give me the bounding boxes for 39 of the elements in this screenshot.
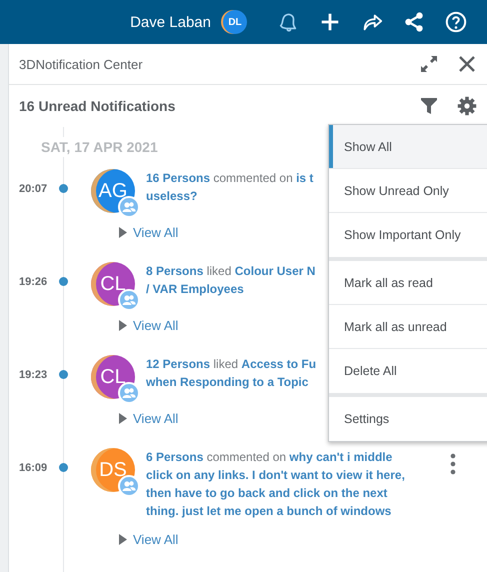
group-icon [118, 196, 140, 218]
menu-item[interactable]: Delete All [329, 349, 487, 393]
share-icon[interactable] [403, 11, 425, 33]
view-all-link[interactable]: View All [119, 532, 477, 547]
unread-dot [58, 370, 68, 379]
date-heading: SAT, 17 APR 2021 [41, 137, 158, 157]
time-label: 19:23 [19, 369, 48, 381]
close-icon[interactable] [457, 54, 477, 74]
expand-triangle-icon [119, 413, 127, 424]
menu-item[interactable]: Show All [329, 125, 487, 169]
settings-icon[interactable] [457, 96, 477, 116]
menu-item[interactable]: Show Important Only [329, 213, 487, 257]
expand-triangle-icon [119, 227, 127, 238]
add-icon[interactable] [319, 11, 341, 33]
user-avatar[interactable]: DL [223, 10, 247, 34]
unread-dot [58, 463, 68, 472]
unread-dot [58, 277, 68, 286]
group-icon [118, 475, 140, 497]
time-label: 16:09 [19, 462, 48, 474]
expand-triangle-icon [119, 320, 127, 331]
notification-message[interactable]: 6 Persons commented on why can't i middle click on any links. I don't want to view it here, then have to go back and click on the next thing. just let me open a bunch of windows [146, 448, 441, 520]
group-icon [118, 289, 140, 311]
group-icon [118, 382, 140, 404]
menu-item[interactable]: Show Unread Only [329, 169, 487, 213]
expand-triangle-icon [119, 534, 127, 545]
menu-item[interactable]: Mark all as unread [329, 305, 487, 349]
time-label: 20:07 [19, 183, 48, 195]
unread-dot [58, 184, 68, 193]
filter-icon[interactable] [419, 96, 439, 116]
more-options-icon[interactable] [449, 453, 457, 475]
notifications-bell-icon[interactable] [277, 11, 299, 33]
expand-icon[interactable] [419, 54, 439, 74]
user-name: Dave Laban [130, 14, 211, 30]
menu-item[interactable]: Settings [329, 397, 487, 441]
panel-title: 3DNotification Center [19, 56, 144, 72]
help-icon[interactable] [445, 11, 467, 33]
time-label: 19:26 [19, 276, 48, 288]
menu-item[interactable]: Mark all as read [329, 261, 487, 305]
unread-count-heading: 16 Unread Notifications [19, 98, 176, 114]
